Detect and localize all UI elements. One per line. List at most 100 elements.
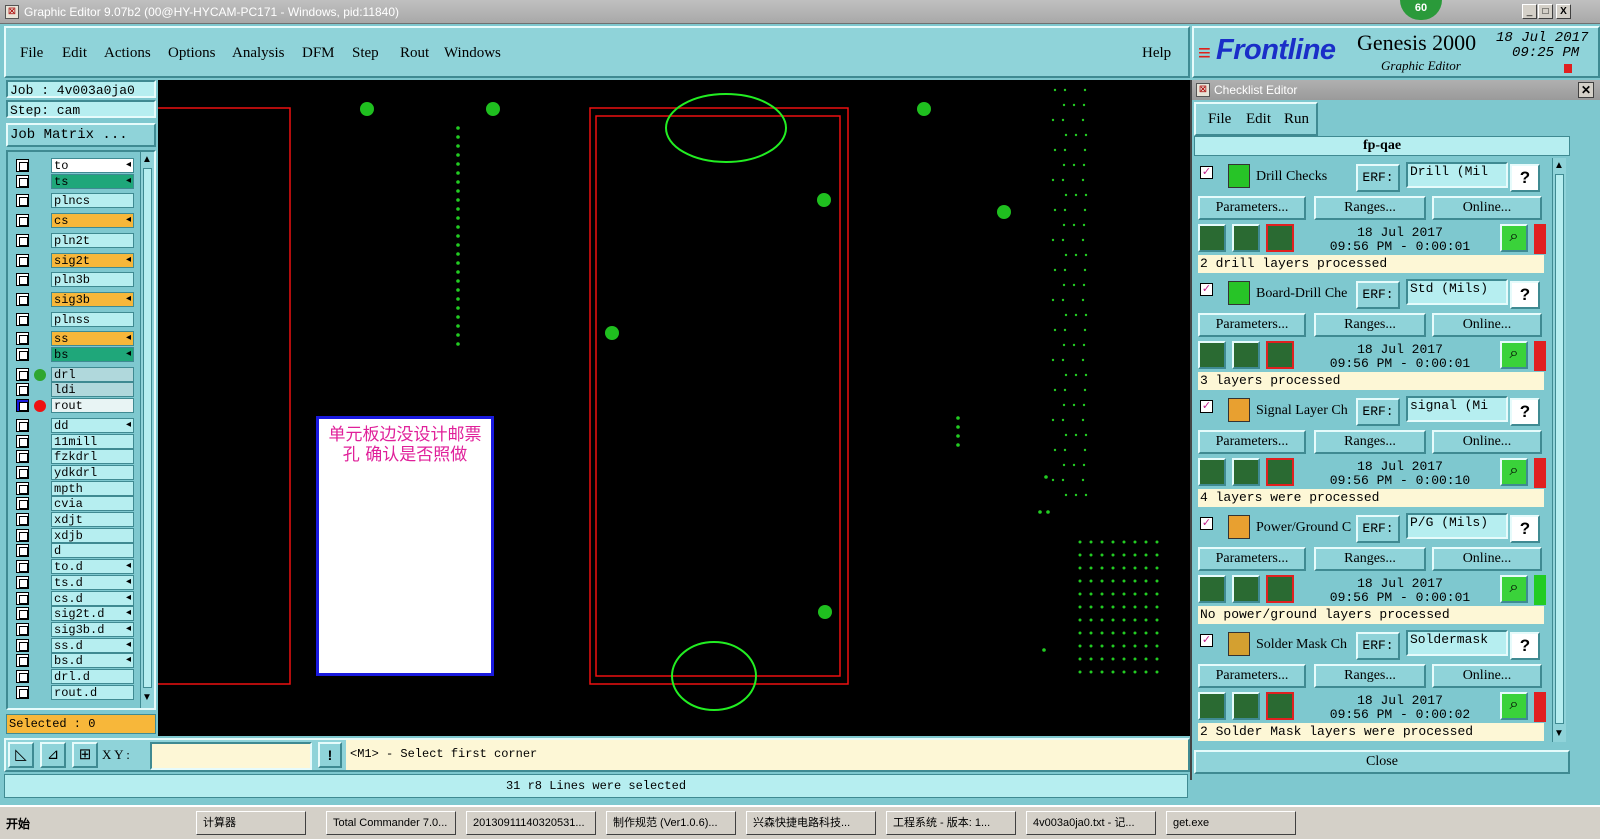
- layer-checkbox[interactable]: [16, 670, 29, 683]
- parameters-button[interactable]: Parameters...: [1198, 547, 1306, 571]
- xy-input[interactable]: [150, 742, 312, 770]
- layer-checkbox[interactable]: [16, 622, 29, 636]
- layer-row-ss.d[interactable]: ss.d ◂: [14, 637, 134, 653]
- graphic-canvas[interactable]: 单元板边没设计邮票孔 确认是否照做: [158, 80, 1190, 736]
- layer-name[interactable]: to.d: [51, 559, 134, 575]
- ranges-button[interactable]: Ranges...: [1314, 196, 1426, 220]
- layer-row-bs[interactable]: bs ◂: [14, 347, 134, 362]
- layer-row-plnss[interactable]: plnss: [14, 311, 134, 327]
- layer-row-fzkdrl[interactable]: fzkdrl: [14, 449, 134, 465]
- stop-action-icon[interactable]: [1266, 224, 1294, 252]
- layer-checkbox[interactable]: [16, 159, 29, 172]
- layer-name[interactable]: rout.d: [51, 684, 134, 700]
- layer-checkbox[interactable]: [16, 233, 29, 247]
- action-title[interactable]: Drill Checks: [1256, 169, 1356, 185]
- layer-checkbox[interactable]: [16, 434, 29, 448]
- stop-action-icon[interactable]: [1266, 341, 1294, 369]
- view-results-icon[interactable]: ⌕: [1500, 692, 1528, 720]
- layer-name[interactable]: sig2t.d: [51, 606, 134, 622]
- layer-row-pln3b[interactable]: pln3b: [14, 272, 134, 288]
- layer-row-mpth[interactable]: mpth: [14, 480, 134, 496]
- layer-row-sig2t[interactable]: sig2t ◂: [14, 252, 134, 268]
- layer-checkbox[interactable]: [16, 654, 29, 668]
- run-action-icon[interactable]: [1198, 575, 1226, 603]
- layer-checkbox[interactable]: [16, 332, 29, 346]
- run-action-icon[interactable]: [1198, 692, 1226, 720]
- checklist-scroll-thumb[interactable]: [1555, 174, 1564, 724]
- layer-row-to[interactable]: to ◂: [14, 158, 134, 173]
- erf-value[interactable]: P/G (Mils): [1406, 513, 1508, 539]
- run-action-icon[interactable]: [1198, 341, 1226, 369]
- action-title[interactable]: Board-Drill Che: [1256, 286, 1356, 302]
- layer-row-rout[interactable]: rout: [14, 398, 134, 414]
- action-help-button[interactable]: ?: [1510, 398, 1540, 426]
- measure-tool-icon[interactable]: ⊿: [40, 742, 66, 768]
- layer-name[interactable]: plnss: [51, 311, 134, 327]
- layer-name[interactable]: ydkdrl: [51, 464, 134, 480]
- layer-row-bs.d[interactable]: bs.d ◂: [14, 653, 134, 669]
- taskbar-item[interactable]: Total Commander 7.0...: [326, 811, 456, 835]
- info-button[interactable]: !: [318, 742, 342, 768]
- layer-checkbox[interactable]: [16, 607, 29, 621]
- layer-name[interactable]: xdjb: [51, 527, 134, 543]
- layer-row-d[interactable]: d: [14, 543, 134, 559]
- menu-windows[interactable]: Windows: [444, 45, 501, 62]
- checklist-scrollbar[interactable]: ▲ ▼: [1552, 158, 1566, 742]
- layer-name[interactable]: dd: [51, 417, 134, 433]
- layer-name[interactable]: fzkdrl: [51, 449, 134, 465]
- layer-row-ts.d[interactable]: ts.d ◂: [14, 574, 134, 590]
- layer-row-sig2t.d[interactable]: sig2t.d ◂: [14, 606, 134, 622]
- layer-name[interactable]: ss: [51, 331, 134, 347]
- action-title[interactable]: Solder Mask Ch: [1256, 637, 1356, 653]
- layer-row-11mill[interactable]: 11mill: [14, 433, 134, 449]
- taskbar-item[interactable]: 制作规范 (Ver1.0.6)...: [606, 811, 736, 835]
- online-button[interactable]: Online...: [1432, 196, 1542, 220]
- erf-value[interactable]: signal (Mi: [1406, 396, 1508, 422]
- layer-checkbox[interactable]: [16, 544, 29, 558]
- layer-name[interactable]: d: [51, 543, 134, 559]
- menu-options[interactable]: Options: [168, 45, 216, 62]
- layer-name[interactable]: ss.d: [51, 637, 134, 653]
- menu-actions[interactable]: Actions: [104, 45, 151, 62]
- layer-name[interactable]: sig3b: [51, 291, 134, 307]
- layer-checkbox[interactable]: [16, 497, 29, 511]
- layer-checkbox[interactable]: [16, 465, 29, 479]
- layer-checkbox[interactable]: [16, 591, 29, 605]
- layer-row-plncs[interactable]: plncs: [14, 193, 134, 209]
- snap-tool-icon[interactable]: ◺: [8, 742, 34, 768]
- action-help-button[interactable]: ?: [1510, 632, 1540, 660]
- checklist-menu-run[interactable]: Run: [1284, 111, 1309, 128]
- run-selected-icon[interactable]: [1232, 692, 1260, 720]
- layer-row-pln2t[interactable]: pln2t: [14, 232, 134, 248]
- layer-row-ss[interactable]: ss ◂: [14, 331, 134, 347]
- action-help-button[interactable]: ?: [1510, 515, 1540, 543]
- layer-name[interactable]: plncs: [51, 193, 134, 209]
- action-checkbox[interactable]: ✓: [1200, 166, 1213, 179]
- run-selected-icon[interactable]: [1232, 224, 1260, 252]
- layer-row-xdjt[interactable]: xdjt: [14, 512, 134, 527]
- view-results-icon[interactable]: ⌕: [1500, 458, 1528, 486]
- action-help-button[interactable]: ?: [1510, 281, 1540, 309]
- layer-name[interactable]: drl.d: [51, 669, 134, 684]
- layer-name[interactable]: cs: [51, 213, 134, 229]
- action-checkbox[interactable]: ✓: [1200, 517, 1213, 530]
- online-button[interactable]: Online...: [1432, 664, 1542, 688]
- scroll-up-icon[interactable]: ▲: [142, 154, 152, 165]
- layer-row-to.d[interactable]: to.d ◂: [14, 559, 134, 575]
- grid-tool-icon[interactable]: ⊞: [72, 742, 98, 768]
- checklist-menu-edit[interactable]: Edit: [1246, 111, 1271, 128]
- layer-checkbox[interactable]: [16, 481, 29, 495]
- checklist-close-button[interactable]: Close: [1194, 750, 1570, 774]
- menu-edit[interactable]: Edit: [62, 45, 87, 62]
- layer-checkbox[interactable]: [16, 253, 29, 267]
- parameters-button[interactable]: Parameters...: [1198, 196, 1306, 220]
- layer-checkbox[interactable]: [16, 418, 29, 432]
- menu-file[interactable]: File: [20, 45, 43, 62]
- layer-checkbox[interactable]: [16, 174, 29, 188]
- layer-name[interactable]: ts.d: [51, 574, 134, 590]
- checklist-menu-file[interactable]: File: [1208, 111, 1231, 128]
- run-action-icon[interactable]: [1198, 458, 1226, 486]
- layer-checkbox[interactable]: [16, 273, 29, 287]
- layer-name[interactable]: bs.d: [51, 653, 134, 669]
- layer-checkbox[interactable]: [16, 638, 29, 652]
